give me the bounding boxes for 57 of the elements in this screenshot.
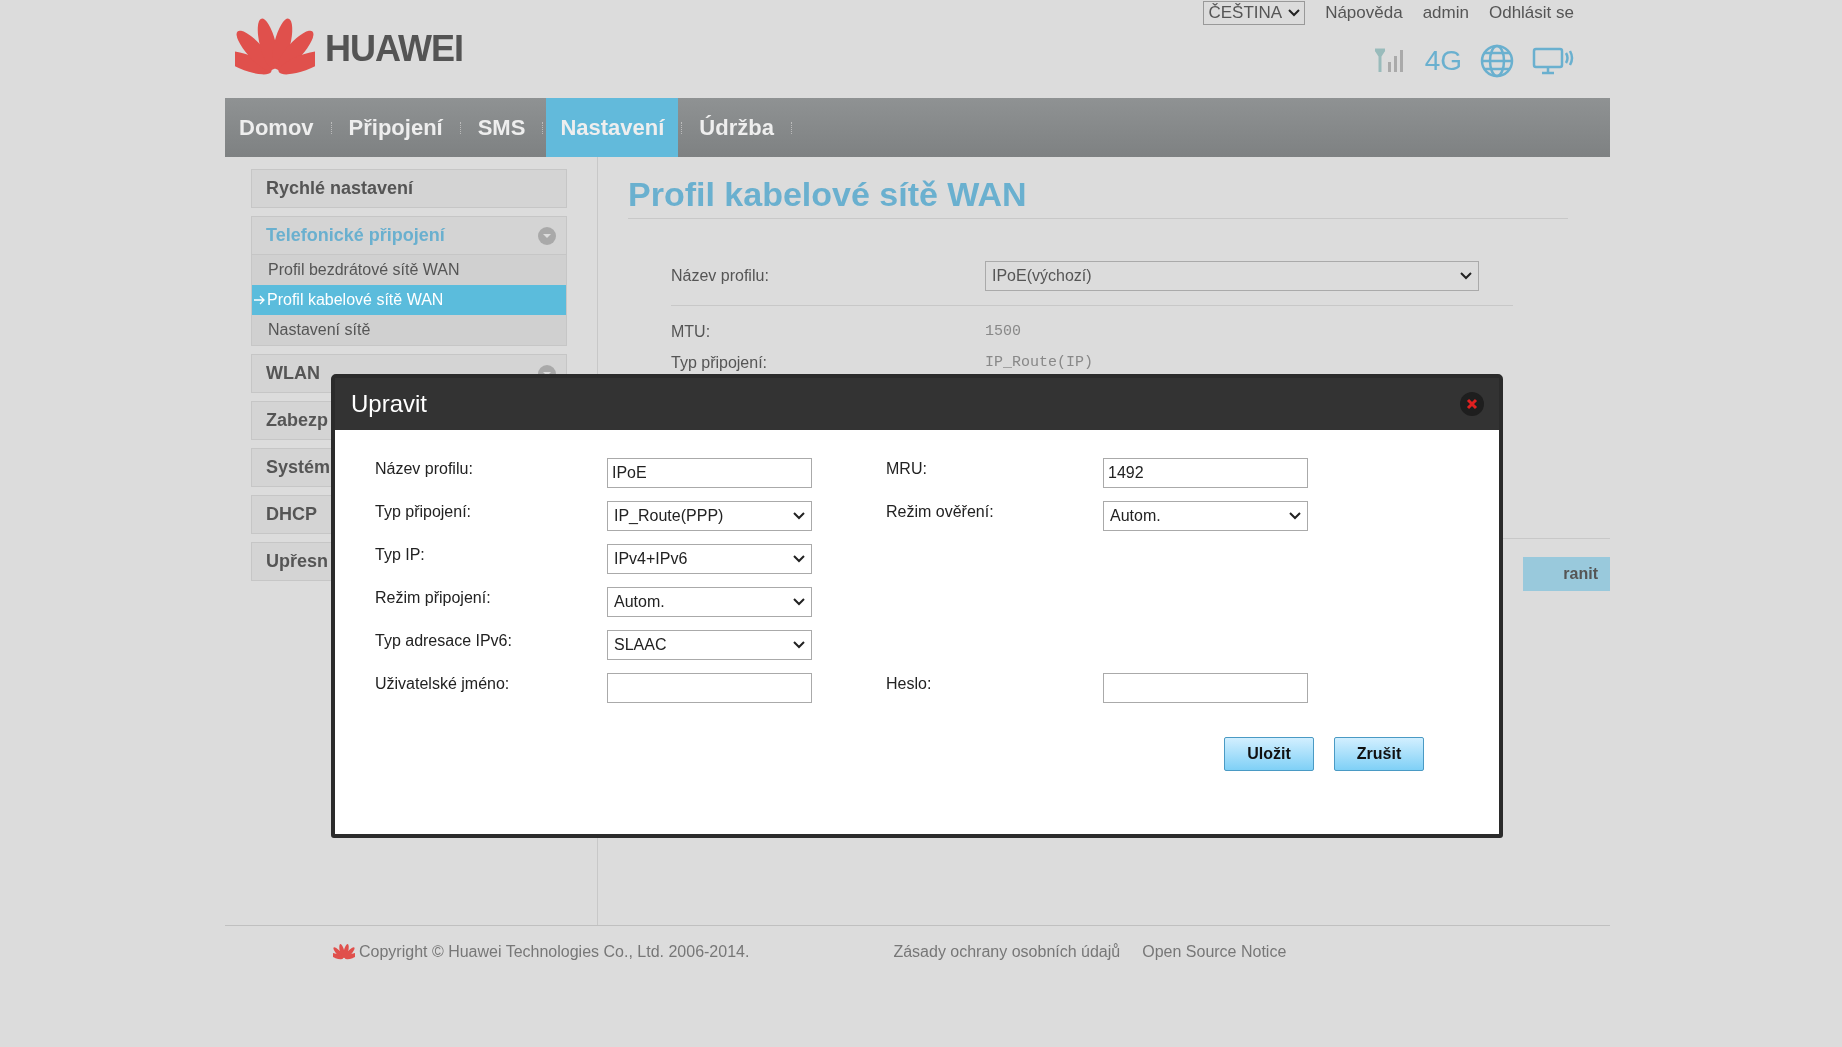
password-field[interactable]	[1103, 673, 1308, 703]
chevron-down-icon	[1288, 9, 1301, 17]
text-field[interactable]: IPoE	[607, 458, 812, 488]
chevron-down-icon	[1289, 512, 1301, 520]
dropdown[interactable]: SLAAC	[607, 630, 812, 660]
header-link[interactable]: Odhlásit se	[1488, 3, 1574, 23]
dialog-button[interactable]: Uložit	[1224, 737, 1314, 771]
monitor-icon	[1532, 46, 1574, 76]
text-field[interactable]: 1492	[1103, 458, 1308, 488]
nav-tab[interactable]: Připojení	[334, 98, 457, 157]
field-label: Režim ověření:	[886, 502, 995, 521]
field-label: Uživatelské jméno:	[375, 674, 511, 693]
language-select[interactable]: ČEŠTINA	[1203, 1, 1306, 25]
header-link[interactable]: admin	[1422, 3, 1469, 23]
sidebar-item[interactable]: Profil bezdrátové sítě WAN	[252, 255, 566, 285]
field-label: Název profilu:	[671, 267, 770, 285]
field-label: MRU:	[886, 459, 928, 478]
field-label: Heslo:	[886, 674, 933, 693]
footer-link[interactable]: Zásady ochrany osobních údajů	[893, 943, 1121, 961]
chevron-down-icon	[793, 555, 805, 563]
logo-text: HUAWEI	[325, 28, 463, 70]
nav-tab[interactable]: Údržba	[685, 98, 788, 157]
field-label: Typ připojení:	[375, 502, 473, 521]
dropdown[interactable]: IPoE(výchozí)	[985, 261, 1479, 291]
chevron-down-icon	[793, 641, 805, 649]
field-value: IP_Route(IP)	[985, 354, 1094, 371]
dropdown[interactable]: Autom.	[607, 587, 812, 617]
footer-link[interactable]: Open Source Notice	[1142, 943, 1287, 961]
logo-icon	[333, 942, 355, 962]
field-label: Typ adresace IPv6:	[375, 631, 513, 650]
header-link[interactable]: Nápověda	[1325, 3, 1403, 23]
nav-tab[interactable]: Domov	[225, 98, 328, 157]
copyright-text: Copyright © Huawei Technologies Co., Ltd. 2006-2014.	[359, 943, 750, 961]
globe-icon	[1480, 44, 1514, 78]
dropdown[interactable]: IP_Route(PPP)	[607, 501, 812, 531]
sidebar-item[interactable]: Nastavení sítě	[252, 315, 566, 345]
arrow-right-icon	[254, 295, 266, 305]
chevron-down-icon	[793, 598, 805, 606]
chevron-down-icon	[793, 512, 805, 520]
field-label: Typ připojení:	[671, 353, 769, 372]
dialog-button[interactable]: Zrušit	[1334, 737, 1424, 771]
field-value: 1500	[985, 323, 1021, 340]
field-label: Typ IP:	[375, 545, 426, 564]
chevron-down-icon	[1460, 272, 1472, 280]
text-field[interactable]	[607, 673, 812, 703]
field-label: Režim připojení:	[375, 588, 492, 607]
dropdown[interactable]: Autom.	[1103, 501, 1308, 531]
dropdown[interactable]: IPv4+IPv6	[607, 544, 812, 574]
action-button[interactable]: ranit	[1523, 557, 1610, 591]
field-label: Název profilu:	[375, 459, 474, 478]
close-icon[interactable]	[1459, 391, 1485, 417]
nav-tab[interactable]: SMS	[463, 98, 540, 157]
network-type: 4G	[1424, 45, 1462, 77]
sidebar-group[interactable]: Rychlé nastavení	[251, 169, 567, 208]
field-label: MTU:	[671, 322, 712, 341]
page-title: Profil kabelové sítě WAN	[628, 175, 1568, 219]
dialog-title: Upravit	[351, 390, 428, 418]
